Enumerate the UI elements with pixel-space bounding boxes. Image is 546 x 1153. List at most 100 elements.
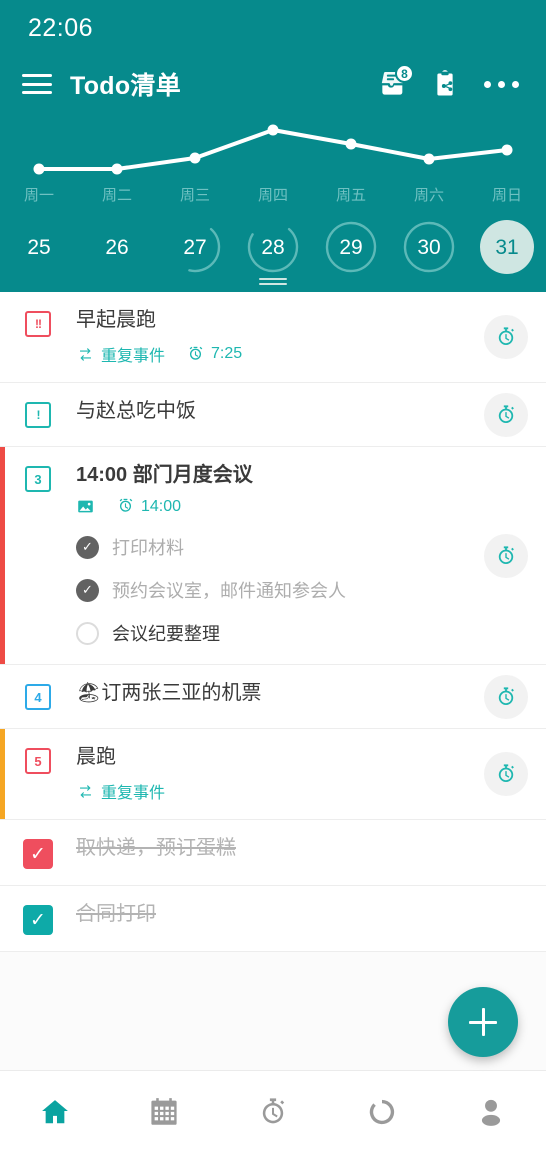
task-body: 🏖订两张三亚的机票 (76, 681, 476, 712)
stopwatch-icon (498, 545, 514, 564)
date-number: 29 (339, 235, 363, 259)
task-meta-item (76, 497, 95, 516)
task-order-badge[interactable]: 4 (25, 684, 51, 710)
task-badge-cell[interactable]: 5 (0, 745, 76, 803)
task-badge-cell[interactable]: 3 (0, 463, 76, 648)
date-number: 25 (27, 235, 51, 259)
task-order-badge[interactable]: 3 (25, 466, 51, 492)
task-title: 合同打印 (76, 903, 156, 925)
task-badge-cell[interactable]: ✓ (0, 902, 76, 935)
task-row[interactable]: ✓ 取快递，预订蛋糕 (0, 820, 546, 886)
task-body: 取快递，预订蛋糕 (76, 836, 476, 869)
repeat-icon (80, 784, 91, 798)
task-list: !! 早起晨跑 重复事件 7:25! 与赵总吃中饭 3 14:00 部门月度会议 14:00 ✓… (0, 292, 546, 1070)
task-badge-cell[interactable]: ! (0, 399, 76, 430)
task-timer-button[interactable] (484, 752, 528, 796)
subtask-row[interactable]: ✓ 打印材料 (76, 534, 476, 560)
task-order-badge[interactable]: 5 (25, 748, 51, 774)
page-title: Todo清单 (70, 72, 182, 100)
image-icon (78, 500, 93, 513)
progress-icon (369, 1099, 395, 1125)
hamburger-icon[interactable] (20, 71, 54, 97)
subtask-checkbox-unchecked[interactable] (76, 621, 99, 645)
task-checkbox-checked[interactable]: ✓ (23, 905, 53, 935)
task-row[interactable]: ! 与赵总吃中饭 (0, 383, 546, 447)
app-root: 22:06 Todo清单 8 周一 周二 周三 周四 周五 周六 周日 25 2… (0, 0, 546, 1153)
task-meta-label: 重复事件 (101, 785, 166, 802)
task-timer-button[interactable] (484, 392, 528, 437)
stopwatch-icon (498, 327, 514, 345)
status-bar: 22:06 (0, 0, 546, 56)
status-clock: 22:06 (28, 13, 94, 42)
task-row[interactable]: 5 晨跑 重复事件 (0, 729, 546, 820)
task-row[interactable]: !! 早起晨跑重复事件 7:25 (0, 292, 546, 383)
sparkline-point (423, 153, 435, 165)
task-meta-label: 重复事件 (101, 348, 166, 365)
task-checkbox-checked[interactable]: ✓ (23, 839, 53, 869)
clipboard-share-glyph (437, 70, 453, 96)
task-meta-item: 7:25 (186, 345, 242, 364)
subtask-label: 打印材料 (112, 538, 184, 558)
task-priority-badge[interactable]: ! (25, 402, 51, 428)
inbox-archive-icon[interactable]: 8 (370, 61, 416, 107)
alarm-clock-icon (189, 346, 203, 360)
bottom-nav (0, 1070, 546, 1153)
nav-calendar[interactable] (109, 1071, 218, 1153)
task-timer-button[interactable] (484, 674, 528, 719)
clipboard-share-icon[interactable] (422, 61, 468, 107)
date-cell-29[interactable]: 29 (312, 218, 390, 276)
weekday-label-2: 周二 (101, 187, 132, 204)
date-cell-28[interactable]: 28 (234, 218, 312, 276)
repeat-icon (80, 347, 91, 361)
date-cell-27[interactable]: 27 (156, 218, 234, 276)
subtask-row[interactable]: ✓ 预约会议室，邮件通知参会人 (76, 577, 476, 603)
task-row[interactable]: 3 14:00 部门月度会议 14:00 ✓ 打印材料 ✓ 预约会议室，邮件通知参会人会议纪… (0, 447, 546, 665)
date-cell-31[interactable]: 31 (468, 218, 546, 276)
person-icon (482, 1099, 501, 1126)
task-body: 晨跑 重复事件 (76, 745, 476, 803)
header: 22:06 Todo清单 8 周一 周二 周三 周四 周五 周六 周日 25 2… (0, 0, 546, 292)
date-number: 28 (261, 235, 285, 259)
subtask-label: 预约会议室，邮件通知参会人 (112, 581, 346, 601)
task-timer-button[interactable] (484, 533, 528, 578)
task-body: 与赵总吃中饭 (76, 399, 476, 430)
app-bar: Todo清单 8 (0, 56, 546, 112)
task-category-bar (0, 447, 5, 664)
task-badge-cell[interactable]: 4 (0, 681, 76, 712)
task-title: 14:00 部门月度会议 (76, 464, 253, 486)
nav-profile[interactable] (437, 1071, 546, 1153)
drag-handle[interactable] (259, 278, 287, 288)
task-title: 早起晨跑 (76, 309, 156, 331)
task-title: 取快递，预订蛋糕 (76, 837, 236, 859)
date-cell-25[interactable]: 25 (0, 218, 78, 276)
date-number: 26 (105, 235, 129, 259)
weekday-label-6: 周六 (413, 187, 444, 204)
task-row[interactable]: ✓ 合同打印 (0, 886, 546, 952)
weekday-labels: 周一 周二 周三 周四 周五 周六 周日 (0, 184, 546, 205)
sparkline-line (37, 128, 509, 171)
more-options-icon[interactable] (478, 80, 524, 88)
stopwatch-icon (498, 686, 514, 705)
nav-timer[interactable] (218, 1071, 327, 1153)
subtask-row[interactable]: 会议纪要整理 (76, 620, 476, 646)
nav-stats[interactable] (328, 1071, 437, 1153)
task-priority-badge[interactable]: !! (25, 311, 51, 337)
task-badge-cell[interactable]: ✓ (0, 836, 76, 869)
date-cell-26[interactable]: 26 (78, 218, 156, 276)
week-strip: 周一 周二 周三 周四 周五 周六 周日 25 26 27 28 29 30 31 (0, 112, 546, 292)
task-row[interactable]: 4 🏖订两张三亚的机票 (0, 665, 546, 729)
task-timer-button[interactable] (484, 315, 528, 359)
sparkline-point (267, 124, 279, 136)
subtask-checkbox-checked[interactable]: ✓ (76, 535, 99, 559)
task-title: 与赵总吃中饭 (76, 400, 196, 422)
subtask-checkbox-checked[interactable]: ✓ (76, 578, 99, 602)
stopwatch-icon (498, 764, 514, 782)
task-meta: 14:00 (76, 497, 476, 516)
home-icon (41, 1100, 68, 1124)
add-task-fab[interactable] (448, 987, 518, 1057)
date-cells: 25 26 27 28 29 30 31 (0, 218, 546, 276)
nav-home[interactable] (0, 1071, 109, 1153)
sparkline-point (345, 138, 357, 150)
date-cell-30[interactable]: 30 (390, 218, 468, 276)
task-badge-cell[interactable]: !! (0, 308, 76, 366)
